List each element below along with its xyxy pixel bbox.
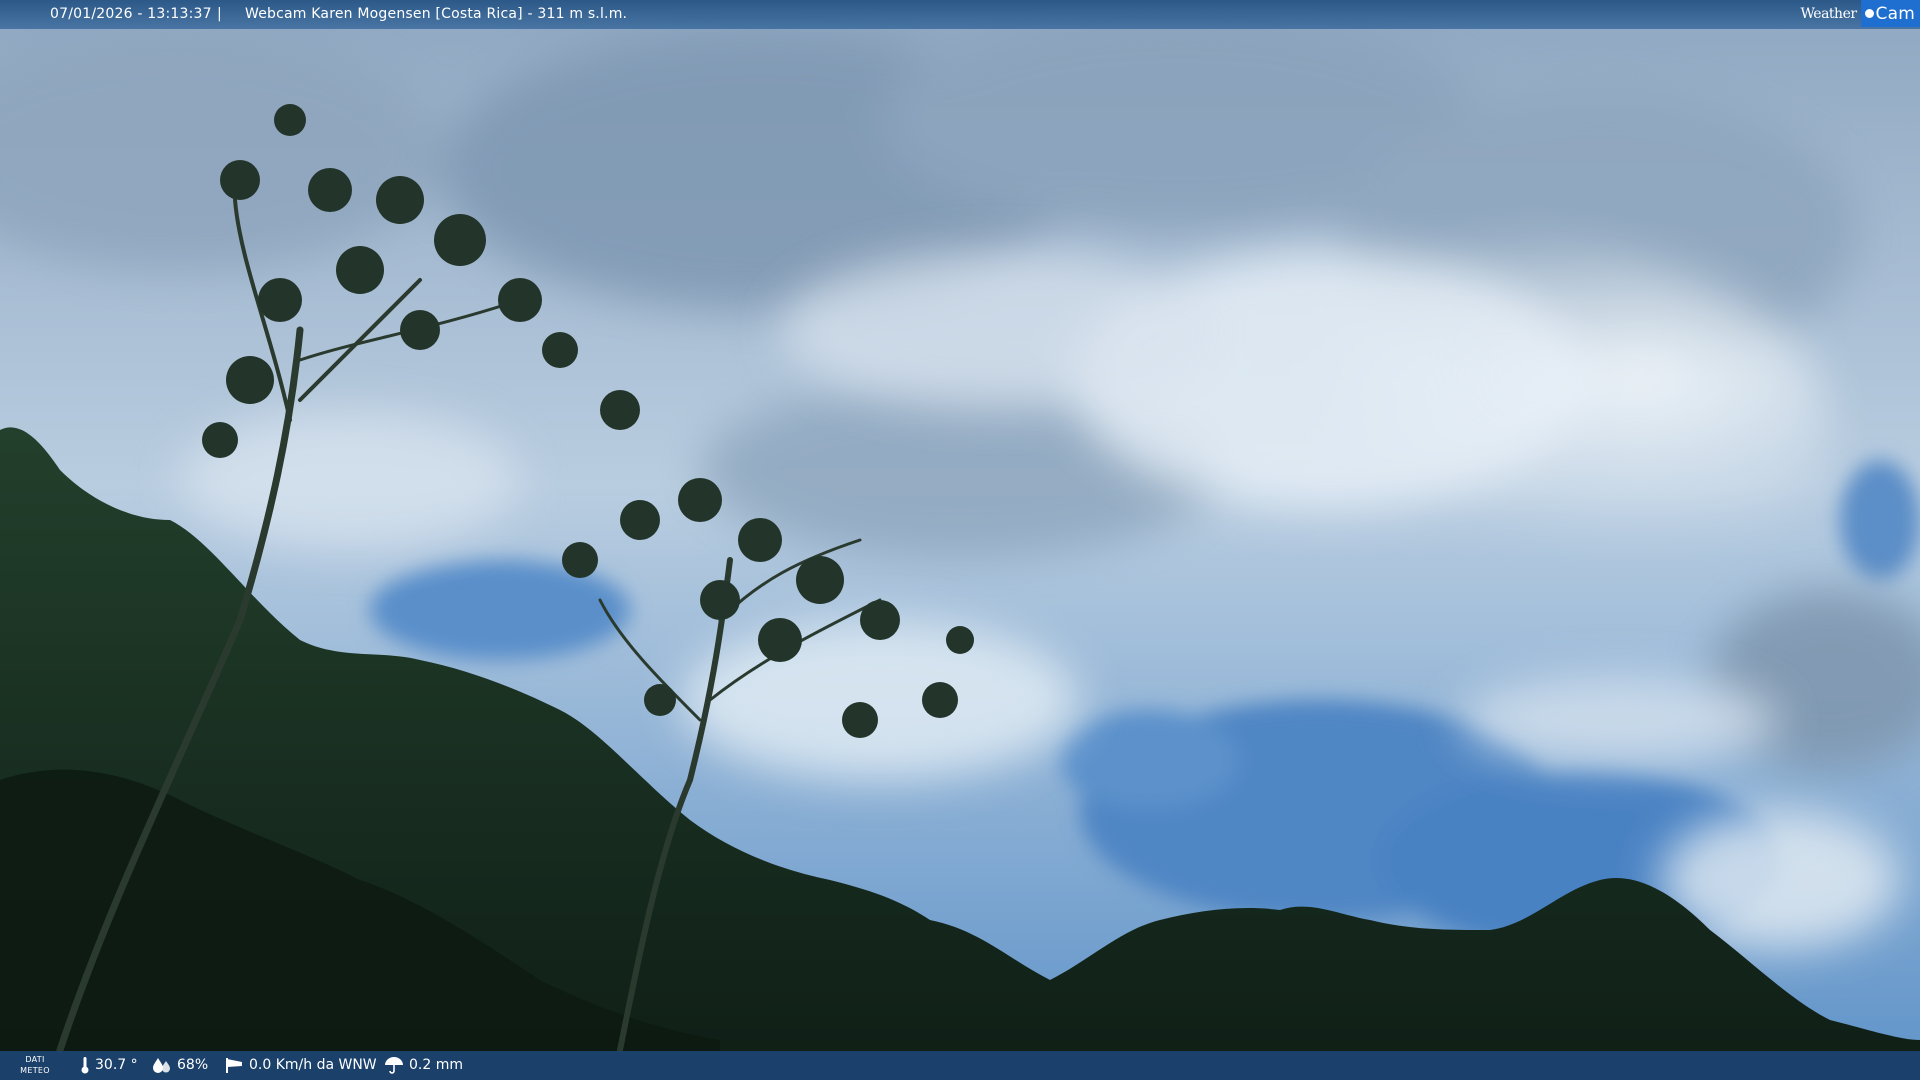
logo-weather-text: Weather [1800,5,1858,22]
logo-dot-icon [1864,9,1874,18]
humidity-stat: 68% [152,1056,208,1074]
wind-stat: 0.0 Km/h da WNW [224,1056,377,1074]
wind-value: 0.0 Km/h da WNW [249,1057,377,1073]
humidity-value: 68% [177,1057,209,1073]
humidity-drops-icon [153,1058,170,1073]
header-bar: 07/01/2026 - 13:13:37 | Webcam Karen Mog… [0,0,1920,29]
thermometer-icon [81,1057,89,1074]
timestamp: 07/01/2026 - 13:13:37 [50,6,212,22]
webcam-title: Webcam Karen Mogensen [Costa Rica] - 311… [245,6,628,22]
temperature-stat: 30.7 ° [80,1056,138,1074]
logo-cam-badge: Cam [1860,0,1920,27]
logo-cam-text: Cam [1875,3,1915,24]
wind-sock-icon [226,1058,242,1073]
rain-value: 0.2 mm [409,1057,463,1073]
dati-line-1: DATI [25,1055,45,1064]
webcam-image [0,0,1920,1080]
dati-line-2: METEO [20,1066,50,1075]
dati-meteo-label: DATI METEO [14,1054,56,1076]
weather-data-bar: DATI METEO 30.7 ° 68% 0.0 Km/h da WNW 0.… [0,1051,1920,1080]
umbrella-icon [385,1057,403,1074]
temperature-value: 30.7 ° [95,1057,138,1073]
weathercam-logo: Weather Cam [1795,0,1920,27]
webcam-frame: 07/01/2026 - 13:13:37 | Webcam Karen Mog… [0,0,1920,1080]
header-separator: | [217,6,222,22]
rain-stat: 0.2 mm [384,1056,463,1074]
